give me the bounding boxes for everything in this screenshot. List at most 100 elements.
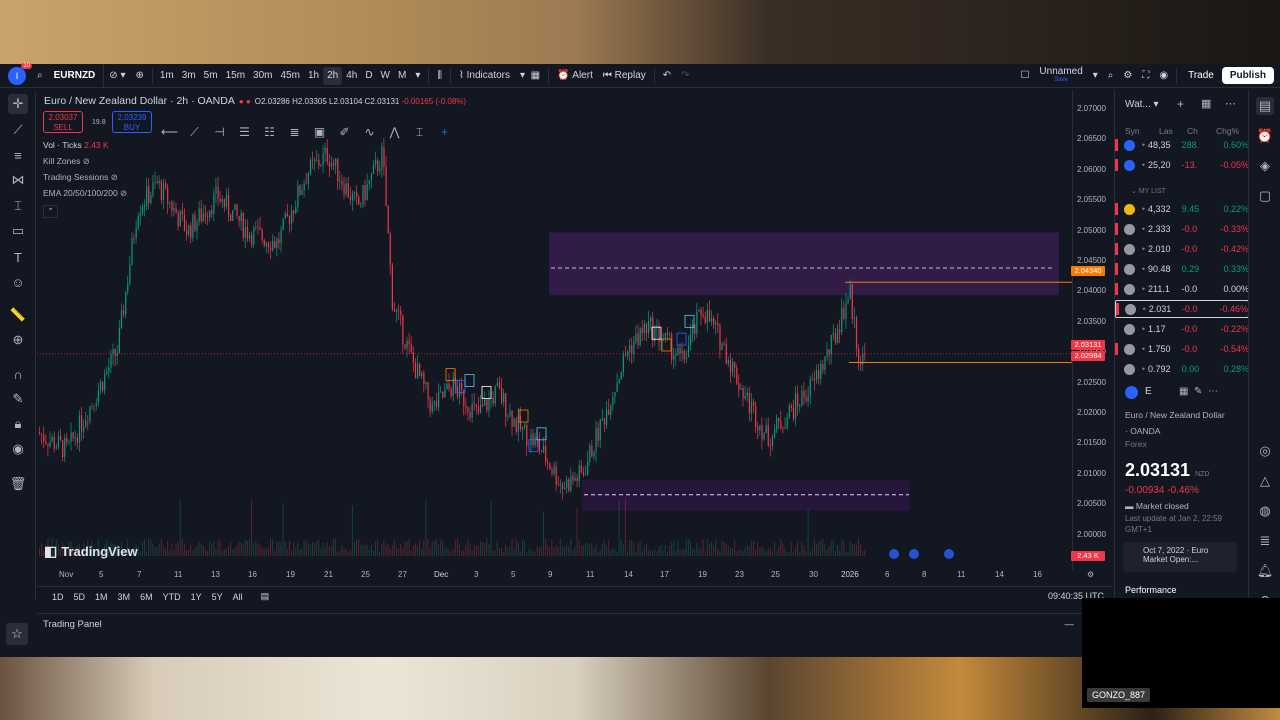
interval-2h[interactable]: 2h (323, 66, 343, 85)
rect-icon[interactable]: ▣ (310, 125, 329, 139)
settings-icon[interactable]: ⚙ (1118, 64, 1137, 88)
fullscreen-icon[interactable]: ⛶ (1137, 64, 1154, 88)
watchlist-row[interactable]: • 4,332 9.45 0.22% (1115, 200, 1249, 218)
watchlist-row[interactable]: • 2.333 -0.0 -0.33% (1115, 220, 1249, 238)
eye-icon[interactable]: ◉ (8, 439, 28, 459)
symbol-search[interactable]: EURNZD (48, 63, 105, 88)
interval-W[interactable]: W (377, 64, 394, 88)
target-icon[interactable]: ◎ (1256, 442, 1274, 460)
snapshot-icon[interactable]: ◉ (1154, 64, 1173, 88)
col-change[interactable]: Ch (1187, 126, 1198, 136)
indicators-button[interactable]: ⌇ Indicators (454, 64, 515, 88)
redo-icon[interactable]: ↷ (676, 64, 694, 88)
bell-icon[interactable]: 🔔︎ (1256, 562, 1274, 580)
interval-D[interactable]: D (361, 64, 376, 88)
line-icon[interactable]: ⟵ (160, 125, 179, 139)
brush-icon[interactable]: ▭ (8, 221, 28, 241)
streams-icon[interactable]: ◍ (1256, 502, 1274, 520)
watchlist-row[interactable]: • 48,35 288. 0.60% (1115, 136, 1249, 154)
sell-button[interactable]: 2.03037 SELL (43, 111, 83, 133)
layout-dropdown-icon[interactable]: ▾ (1088, 64, 1103, 88)
layout-icon[interactable]: ▦ (1201, 97, 1211, 110)
trash-icon[interactable]: 🗑︎ (8, 474, 28, 494)
range-1y[interactable]: 1Y (186, 592, 207, 602)
channel-icon[interactable]: ☰ (235, 125, 254, 139)
fib-retrace-icon[interactable]: ≣ (285, 125, 304, 139)
minimize-icon[interactable]: — (1065, 619, 1075, 630)
emoji-icon[interactable]: ☺ (8, 272, 28, 292)
add-symbol-icon[interactable]: + (1177, 97, 1184, 111)
layout-name-button[interactable]: Unnamed Save (1034, 64, 1087, 88)
trade-button[interactable]: Trade (1180, 64, 1222, 88)
trading-panel-bar[interactable]: Trading Panel — (37, 613, 1112, 635)
text-icon[interactable]: T (8, 247, 28, 267)
favorite-star-icon[interactable]: ☆ (6, 623, 28, 645)
volume-indicator[interactable]: Vol · Ticks 2.43 K (43, 140, 109, 150)
interval-dropdown-icon[interactable]: ▾ (410, 64, 425, 88)
goto-date-icon[interactable]: ▤ (256, 591, 275, 602)
chart-canvas[interactable] (37, 90, 1072, 570)
watchlist-row[interactable]: • 1.17 -0.0 -0.22% (1115, 320, 1249, 338)
alert-button[interactable]: ⏰ Alert (552, 64, 598, 88)
ema-indicator[interactable]: EMA 20/50/100/200 ⊘ (43, 188, 127, 199)
news-item[interactable]: Oct 7, 2022 · Euro Market Open:... (1123, 542, 1237, 572)
more-icon[interactable]: ⋯ (1225, 97, 1236, 110)
publish-button[interactable]: Publish (1221, 67, 1274, 84)
watchlist-row[interactable]: • 1.750 -0.0 -0.54% (1115, 340, 1249, 358)
interval-1m[interactable]: 1m (156, 64, 178, 88)
range-all[interactable]: All (228, 592, 248, 602)
ruler-icon[interactable]: 📏 (8, 305, 28, 325)
col-change-pct[interactable]: Chg% (1216, 126, 1239, 136)
hline-icon[interactable]: ⊣ (210, 125, 229, 139)
path-icon[interactable]: ∿ (360, 125, 379, 139)
xabcd-icon[interactable]: ⋀ (385, 125, 404, 139)
alerts-icon[interactable]: ⏰ (1256, 127, 1274, 145)
detail-short-symbol[interactable]: E (1145, 386, 1152, 397)
chat-icon[interactable]: ▢ (1256, 187, 1274, 205)
brush-icon[interactable]: ✐ (335, 125, 354, 139)
user-avatar[interactable]: I 10 (8, 62, 32, 85)
interval-1h[interactable]: 1h (304, 64, 323, 88)
layers-icon[interactable]: ◈ (1256, 157, 1274, 175)
time-axis[interactable]: Nov 5 7 11 13 16 19 21 25 27 Dec 3 5 9 11 14 17 19 23 25 30 2… (37, 570, 1112, 584)
sessions-indicator[interactable]: Trading Sessions ⊘ (43, 172, 118, 183)
interval-45m[interactable]: 45m (276, 64, 303, 88)
interval-30m[interactable]: 30m (249, 64, 276, 88)
detail-actions-icon[interactable]: ▦ ✎ ⋯ (1179, 386, 1218, 397)
lock-icon[interactable]: 🔒︎ (8, 414, 28, 434)
calendar-icon[interactable]: ≣ (1256, 532, 1274, 550)
ray-icon[interactable]: ⟋ (185, 125, 204, 140)
range-ytd[interactable]: YTD (158, 592, 186, 602)
watchlist-icon[interactable]: ▤ (1256, 97, 1274, 115)
watchlist-row[interactable]: • 25,20 -13. -0.05% (1115, 156, 1249, 174)
zoom-in-icon[interactable]: ⊕ (8, 330, 28, 350)
range-3m[interactable]: 3M (113, 592, 136, 602)
trendline-icon[interactable]: ⟋ (8, 120, 28, 140)
collapse-legend-icon[interactable]: ⌃ (43, 205, 59, 218)
range-6m[interactable]: 6M (135, 592, 158, 602)
magnet-icon[interactable]: ∩ (8, 364, 28, 384)
watchlist-header[interactable]: Wat... ▾ (1125, 99, 1159, 110)
fib-channel-icon[interactable]: ☷ (260, 125, 279, 139)
undo-icon[interactable]: ↶ (658, 64, 676, 88)
range-1m[interactable]: 1M (90, 592, 113, 602)
projection-icon[interactable]: ⌶ (8, 196, 28, 216)
range-1d[interactable]: 1D (47, 592, 69, 602)
interval-4h[interactable]: 4h (342, 64, 361, 88)
stay-drawing-icon[interactable]: ✎ (8, 389, 28, 409)
watchlist-row[interactable]: • 2.031 -0.0 -0.46% (1115, 300, 1249, 318)
fib-icon[interactable]: ≡ (8, 145, 28, 165)
col-symbol[interactable]: Syn (1125, 126, 1140, 136)
interval-15m[interactable]: 15m (222, 64, 249, 88)
ideas-icon[interactable]: △ (1256, 472, 1274, 490)
text-tool-icon[interactable]: ⌶ (410, 125, 429, 140)
pattern-icon[interactable]: ⋈ (8, 170, 28, 190)
range-5d[interactable]: 5D (69, 592, 91, 602)
interval-5m[interactable]: 5m (200, 64, 222, 88)
axis-settings-icon[interactable]: ⚙ (1087, 570, 1094, 579)
kill-zones-indicator[interactable]: Kill Zones ⊘ (43, 156, 90, 167)
replay-button[interactable]: ⏮ Replay (598, 64, 651, 88)
col-last[interactable]: Las (1159, 126, 1173, 136)
interval-3m[interactable]: 3m (178, 64, 200, 88)
add-symbol-icon[interactable]: ⊕ (130, 64, 148, 88)
